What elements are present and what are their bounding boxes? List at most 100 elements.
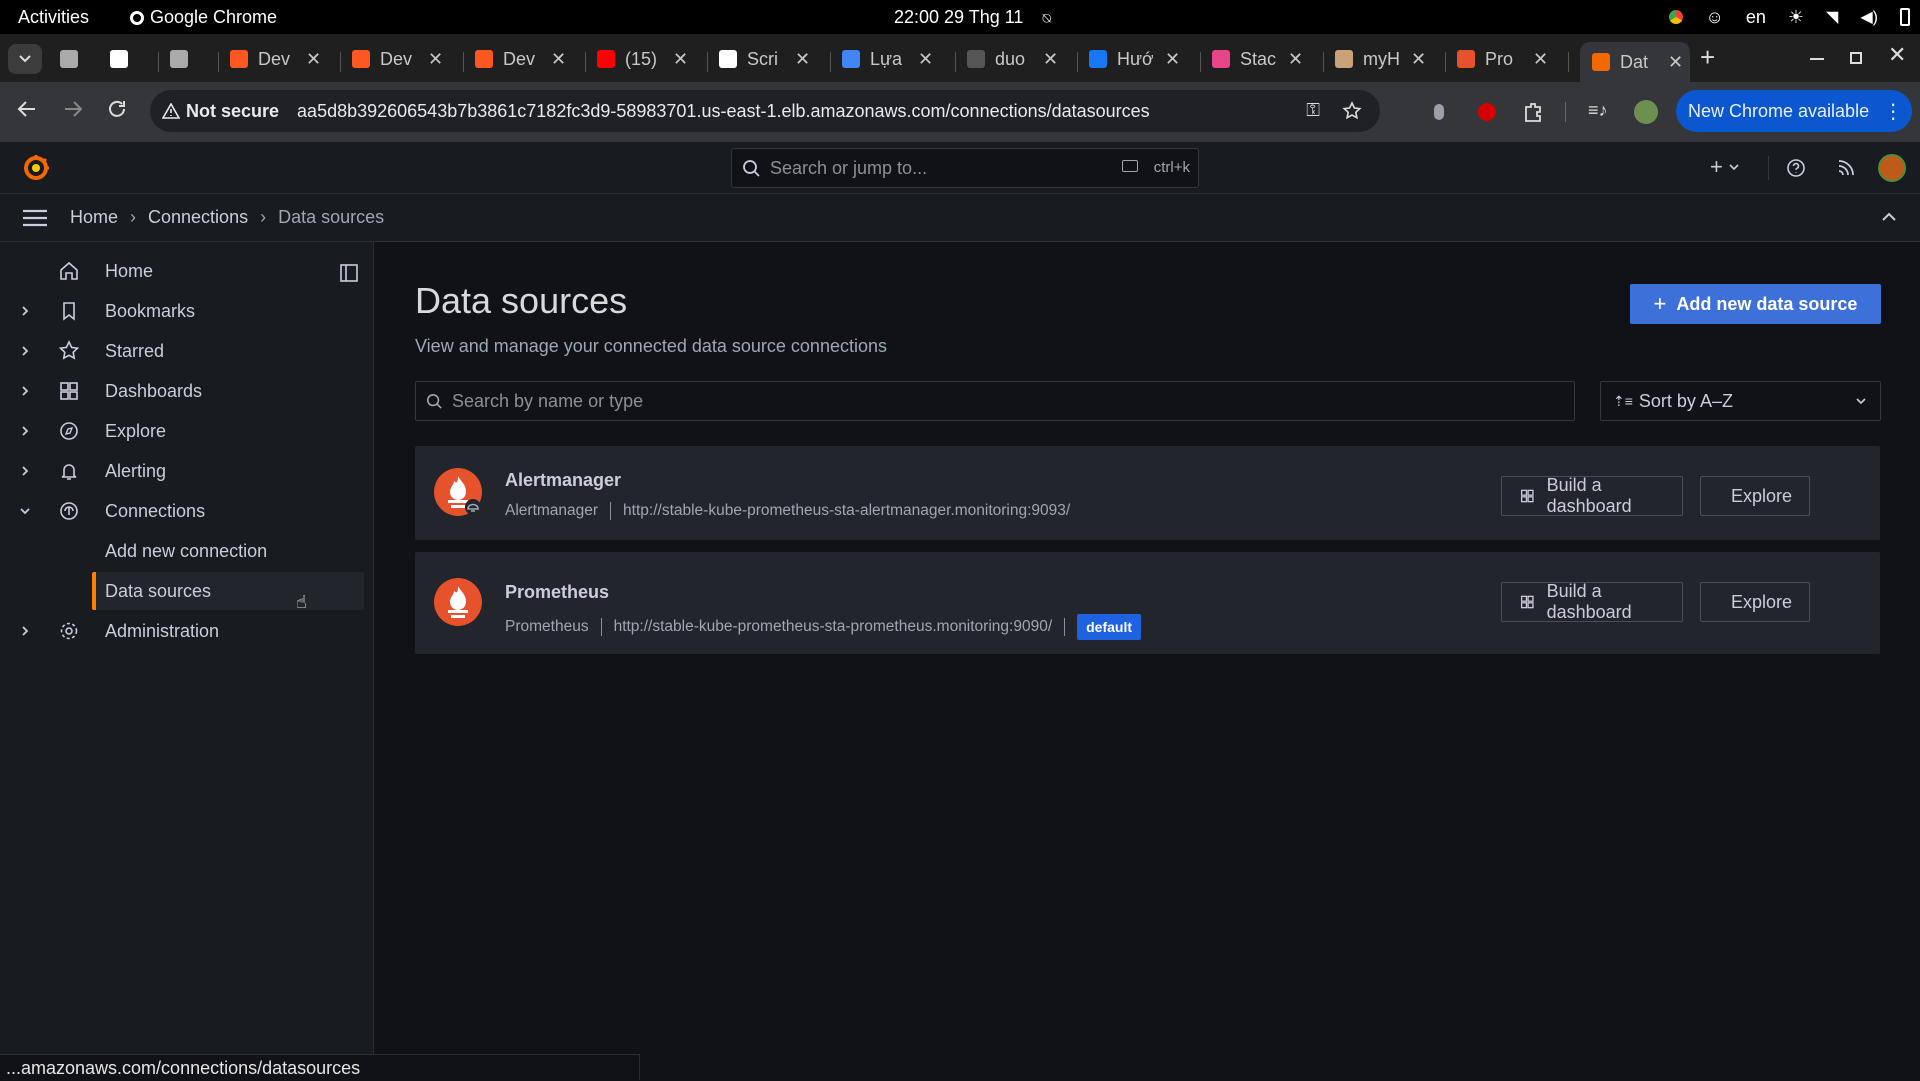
tab-search-button[interactable] (8, 44, 42, 74)
browser-tab[interactable]: Stac ✕ (1212, 42, 1303, 76)
data-source-name[interactable]: Prometheus (505, 582, 609, 603)
breadcrumb-home[interactable]: Home (70, 207, 118, 228)
new-tab-button[interactable]: + (1700, 42, 1715, 73)
data-source-card[interactable]: Alertmanager Alertmanager http://stable-ku… (415, 446, 1880, 540)
help-icon[interactable] (1786, 158, 1806, 178)
chevron-down-icon[interactable] (18, 504, 32, 518)
extensions-puzzle-icon[interactable] (1522, 101, 1544, 123)
chrome-status-icon[interactable] (1669, 10, 1684, 24)
user-avatar[interactable] (1878, 154, 1906, 182)
restore-button[interactable] (1850, 52, 1862, 64)
sidebar-item-data-sources[interactable]: Data sources (92, 572, 364, 610)
chevron-up-icon[interactable] (1882, 212, 1896, 221)
new-chrome-available-button[interactable]: New Chrome available ⋮ (1676, 90, 1912, 132)
close-tab-icon[interactable]: ✕ (1533, 49, 1548, 70)
explore-button[interactable]: Explore (1700, 476, 1810, 516)
battery-icon[interactable] (1900, 8, 1910, 26)
bell-icon (61, 464, 77, 480)
close-tab-icon[interactable]: ✕ (551, 49, 566, 70)
browser-tab[interactable]: Dev ✕ (475, 42, 566, 76)
close-tab-icon[interactable]: ✕ (1165, 49, 1180, 70)
close-tab-icon[interactable]: ✕ (428, 49, 443, 70)
new-menu-button[interactable]: + (1710, 154, 1739, 180)
sidebar-item-connections[interactable]: Connections (0, 492, 374, 530)
browser-tab[interactable]: Lựa ✕ (842, 42, 933, 76)
bookmark-star-icon[interactable] (1342, 101, 1362, 121)
sidebar-item-administration[interactable]: Administration (0, 612, 374, 650)
sidebar-item-bookmarks[interactable]: Bookmarks (0, 292, 374, 330)
browser-tab[interactable]: Dev ✕ (230, 42, 321, 76)
reload-button[interactable] (106, 98, 128, 120)
filter-input[interactable]: Search by name or type (415, 381, 1575, 421)
chevron-right-icon[interactable] (18, 384, 32, 398)
close-tab-icon[interactable]: ✕ (306, 49, 321, 70)
chevron-right-icon[interactable] (18, 424, 32, 438)
sidebar-item-label: Administration (105, 620, 220, 641)
build-dashboard-button[interactable]: Build a dashboard (1501, 581, 1683, 622)
grafana-logo[interactable] (22, 154, 50, 182)
browser-tab[interactable]: Dat ✕ (1580, 42, 1690, 82)
app-name: Google Chrome (150, 7, 278, 27)
wifi-icon[interactable]: ◥ (1826, 7, 1838, 27)
chevron-right-icon[interactable] (18, 624, 32, 638)
app-menu[interactable]: Google Chrome (130, 7, 277, 28)
browser-tab[interactable] (60, 42, 84, 76)
minimize-button[interactable] (1810, 58, 1824, 60)
close-window-button[interactable]: ✕ (1888, 42, 1906, 68)
close-tab-icon[interactable]: ✕ (673, 49, 688, 70)
sidebar-item-explore[interactable]: Explore (0, 412, 374, 450)
url-text[interactable]: aa5d8b392606543b7b3861c7182fc3d9-5898370… (297, 101, 1150, 122)
data-source-card[interactable]: Prometheus Prometheus http://stable-kube-p… (415, 552, 1880, 654)
browser-tab[interactable]: duo ✕ (967, 42, 1058, 76)
data-source-name[interactable]: Alertmanager (505, 470, 621, 491)
browser-tab[interactable]: (15) ✕ (597, 42, 688, 76)
profile-avatar[interactable] (1634, 100, 1658, 124)
browser-tab[interactable] (170, 42, 194, 76)
chevron-right-icon[interactable] (18, 344, 32, 358)
clock[interactable]: 22:00 29 Thg 11 ⍉ (894, 7, 1051, 28)
media-control-icon[interactable]: ≡♪ (1588, 100, 1608, 121)
rss-icon[interactable] (1836, 158, 1856, 178)
grafana-search-bar[interactable]: Search or jump to... ctrl+k (731, 148, 1199, 188)
sort-select[interactable]: ⇡≡ Sort by A–Z (1600, 381, 1881, 421)
close-tab-icon[interactable]: ✕ (1288, 49, 1303, 70)
extension-icon[interactable] (1434, 104, 1444, 120)
site-info-button[interactable]: Not secure (162, 101, 279, 122)
chevron-right-icon[interactable] (18, 304, 32, 318)
key-icon[interactable]: ⚿ (1306, 100, 1320, 121)
sidebar-item-home[interactable]: Home (0, 252, 374, 290)
accessibility-icon[interactable]: ☺ (1705, 7, 1723, 28)
close-tab-icon[interactable]: ✕ (795, 49, 810, 70)
chevron-right-icon[interactable] (18, 464, 32, 478)
sidebar-item-add-new-connection[interactable]: Add new connection (0, 532, 374, 570)
browser-tab[interactable]: myH ✕ (1335, 42, 1426, 76)
close-tab-icon[interactable]: ✕ (1411, 49, 1426, 70)
tab-separator (463, 52, 464, 72)
tab-favicon-icon (1089, 50, 1107, 68)
dock-menu-icon[interactable] (340, 264, 358, 282)
menu-toggle-button[interactable] (22, 208, 48, 228)
build-dashboard-button[interactable]: Build a dashboard (1501, 475, 1683, 516)
breadcrumb-connections[interactable]: Connections (148, 207, 248, 228)
activities-button[interactable]: Activities (18, 7, 89, 28)
sidebar-item-dashboards[interactable]: Dashboards (0, 372, 374, 410)
sidebar-item-alerting[interactable]: Alerting (0, 452, 374, 490)
address-bar[interactable]: Not secure aa5d8b392606543b7b3861c7182fc… (150, 90, 1380, 132)
browser-tab[interactable]: Scri ✕ (719, 42, 810, 76)
explore-button[interactable]: Explore (1700, 582, 1810, 622)
volume-icon[interactable]: ◀) (1860, 7, 1878, 27)
browser-tab[interactable] (110, 42, 134, 76)
browser-tab[interactable]: Hướ ✕ (1089, 42, 1180, 76)
close-tab-icon[interactable]: ✕ (1043, 49, 1058, 70)
close-tab-icon[interactable]: ✕ (918, 49, 933, 70)
close-tab-icon[interactable]: ✕ (1668, 52, 1683, 73)
language-indicator[interactable]: en (1746, 7, 1766, 28)
brightness-icon[interactable]: ☀ (1788, 7, 1804, 28)
back-button[interactable] (16, 98, 38, 120)
sidebar-item-starred[interactable]: Starred (0, 332, 374, 370)
add-new-data-source-button[interactable]: + Add new data source (1630, 284, 1881, 324)
browser-tab[interactable]: Dev ✕ (352, 42, 443, 76)
forward-button[interactable] (62, 98, 84, 120)
record-extension-icon[interactable] (1478, 103, 1496, 121)
browser-tab[interactable]: Pro ✕ (1457, 42, 1548, 76)
